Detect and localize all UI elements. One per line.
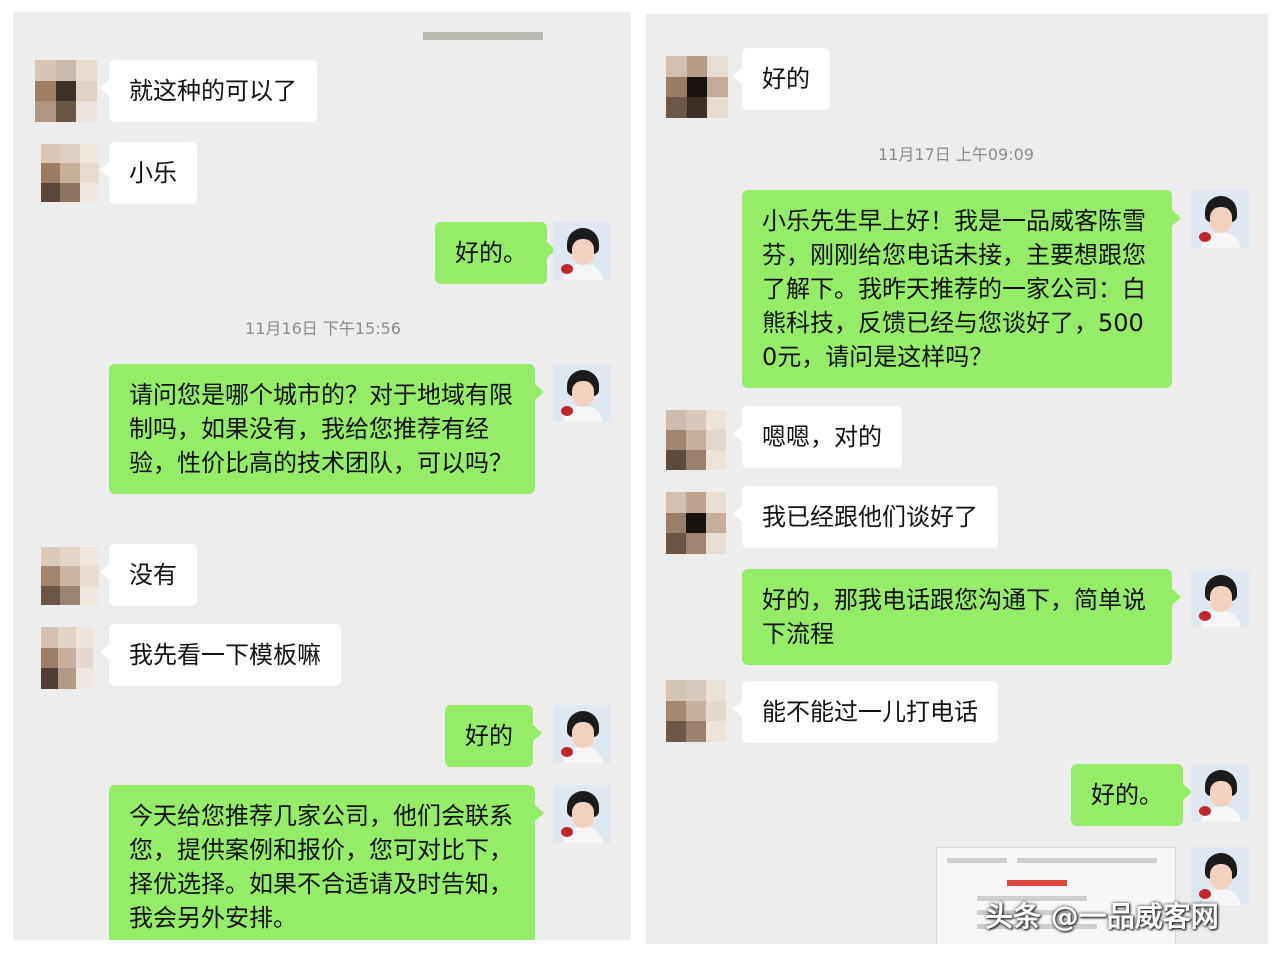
contact-avatar[interactable] [41,144,99,202]
contact-avatar[interactable] [35,60,97,122]
message-bubble-incoming[interactable]: 我已经跟他们谈好了 [733,486,998,548]
chat-timestamp: 11月16日 下午15:56 [245,319,401,338]
message-bubble-incoming[interactable]: 没有 [100,544,197,606]
message-bubble-outgoing[interactable]: 好的 [445,705,542,767]
agent-avatar[interactable] [1191,569,1249,627]
agent-avatar[interactable] [1191,190,1249,248]
message-bubble-incoming[interactable]: 嗯嗯，对的 [733,406,902,468]
contact-avatar[interactable] [666,410,726,470]
contact-avatar[interactable] [666,680,726,742]
message-bubble-incoming[interactable]: 就这种的可以了 [100,60,317,122]
message-bubble-incoming[interactable]: 能不能过一儿打电话 [733,681,998,743]
message-bubble-incoming[interactable]: 小乐 [100,142,197,204]
contact-avatar[interactable] [41,627,93,689]
contact-avatar[interactable] [41,547,99,605]
message-bubble-incoming[interactable]: 我先看一下模板嘛 [100,624,341,686]
message-bubble-outgoing[interactable]: 好的，那我电话跟您沟通下，简单说下流程 [742,569,1181,665]
top-status-strip [423,32,543,40]
message-bubble-outgoing[interactable]: 今天给您推荐几家公司，他们会联系您，提供案例和报价，您可对比下，择优选择。如果不… [109,785,544,940]
watermark-text: 头条 @一品威客网 [985,900,1219,933]
agent-avatar[interactable] [553,785,611,843]
agent-avatar[interactable] [1191,764,1249,822]
agent-avatar[interactable] [553,222,611,280]
agent-avatar[interactable] [553,364,611,422]
message-bubble-outgoing[interactable]: 好的。 [435,222,556,284]
contact-avatar[interactable] [666,492,726,554]
message-bubble-outgoing[interactable]: 好的。 [1071,764,1192,826]
message-bubble-incoming[interactable]: 好的 [733,48,830,110]
agent-avatar[interactable] [553,705,611,763]
message-bubble-outgoing[interactable]: 小乐先生早上好！我是一品威客陈雪芬，刚刚给您电话未接，主要想跟您了解下。我昨天推… [742,190,1181,388]
chat-timestamp: 11月17日 上午09:09 [878,145,1034,164]
chat-panel-left: 就这种的可以了 小乐 好的。 11月16日 下午15:56 请问您是哪个城市的？… [13,12,631,940]
message-bubble-outgoing[interactable]: 请问您是哪个城市的？对于地域有限制吗，如果没有，我给您推荐有经验，性价比高的技术… [109,364,544,494]
contact-avatar[interactable] [666,56,728,118]
chat-panel-right: 好的 11月17日 上午09:09 小乐先生早上好！我是一品威客陈雪芬，刚刚给您… [646,14,1268,944]
